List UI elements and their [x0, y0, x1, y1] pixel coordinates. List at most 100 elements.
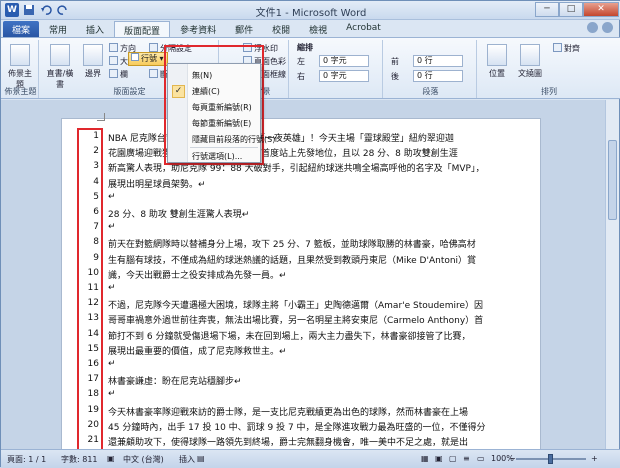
size-icon: [109, 56, 118, 65]
line-number: 17: [87, 374, 99, 385]
status-bar: 頁面: 1 / 1 字數: 811 ▣ 中文 (台灣) 插入 ▤ ▦ ▣ ▢ ≡…: [1, 449, 620, 468]
line-number: 21: [87, 435, 99, 445]
close-button[interactable]: ✕: [583, 2, 619, 17]
view-print-layout-icon[interactable]: ▦: [421, 454, 429, 463]
themes-group: 佈景主題 佈景主題: [3, 40, 39, 98]
status-page[interactable]: 頁面: 1 / 1: [7, 454, 46, 465]
document-line[interactable]: ↵: [108, 389, 116, 399]
wrap-text-button[interactable]: 文繞圖: [515, 44, 545, 79]
document-line[interactable]: ↵: [108, 222, 116, 232]
scrollbar-thumb[interactable]: [608, 140, 617, 220]
document-line[interactable]: 展現出最重要的價值，成了尼克隊救世主。↵: [108, 344, 287, 357]
view-full-screen-icon[interactable]: ▣: [435, 454, 443, 463]
document-line[interactable]: 今天林書豪率隊迎戰來訪的爵士隊，是一支比尼克戰績更為出色的球隊，然而林書豪在上場: [108, 405, 468, 418]
themes-button[interactable]: 佈景主題: [8, 44, 32, 90]
tab-page-layout[interactable]: 版面配置: [114, 21, 171, 37]
document-line[interactable]: 展現出明星球員架勢。↵: [108, 177, 206, 190]
minimize-button[interactable]: ─: [535, 2, 559, 17]
indent-group: 縮排 左 0 字元 右 0 字元: [291, 40, 383, 98]
document-line[interactable]: NBA 尼克隊台裔後衛林書豪再度上演「一夜英雄」！今天主場「靈球殿堂」紐約翠迎迦: [108, 131, 454, 144]
line-number: 20: [87, 419, 99, 430]
document-line[interactable]: ↵: [108, 359, 116, 369]
document-line[interactable]: 哥哥車禍意外過世前往奔喪，無法出場比賽，另一名明星主將安東尼（Carmelo A…: [108, 313, 483, 326]
word-window: W 文件1 - Microsoft Word ─ □ ✕ 檔案 常用 插入 版面…: [0, 0, 620, 468]
spacing-after-input[interactable]: 0 行: [413, 70, 463, 82]
tab-file[interactable]: 檔案: [3, 21, 40, 37]
status-language[interactable]: 中文 (台灣): [123, 454, 164, 465]
spacing-after-label: 後: [391, 72, 399, 81]
menu-item-restart-section[interactable]: 每節重新編號(E): [192, 118, 251, 129]
spacing-before-input[interactable]: 0 行: [413, 55, 463, 67]
macro-icon[interactable]: ▤: [197, 454, 205, 463]
line-number: 5: [93, 191, 99, 202]
collapse-ribbon-icon[interactable]: [587, 22, 598, 33]
line-number: 7: [93, 222, 99, 233]
line-number: 3: [93, 161, 99, 172]
ribbon: 佈景主題 佈景主題 直書/橫書 邊界 方向 大小 欄 分隔設定 斷字 版面設定 …: [1, 37, 620, 99]
document-line[interactable]: 還兼顧助攻下，使得球隊一路領先到終場，爵士完無翻身機會，唯一美中不足之處，就是出: [108, 435, 468, 448]
zoom-in-icon[interactable]: +: [591, 454, 598, 463]
menu-item-suppress[interactable]: 隱藏目前段落的行號(S): [192, 134, 275, 145]
line-number: 2: [93, 146, 99, 157]
tab-acrobat[interactable]: Acrobat: [337, 21, 390, 37]
line-number: 11: [87, 283, 99, 293]
columns-button[interactable]: 欄: [109, 69, 128, 81]
hyphenation-icon: [149, 69, 158, 78]
tab-view[interactable]: 檢視: [300, 21, 336, 37]
line-number: 1: [93, 131, 99, 141]
document-line[interactable]: 識，今天出戰爵士之役安排成為先發一員。↵: [108, 268, 287, 281]
document-line[interactable]: ↵: [108, 192, 116, 202]
status-mode[interactable]: 插入: [179, 454, 195, 465]
view-web-icon[interactable]: ▢: [449, 454, 457, 463]
window-title: 文件1 - Microsoft Word: [255, 8, 367, 19]
tab-review[interactable]: 校閱: [263, 21, 299, 37]
wrap-text-icon: [520, 44, 540, 66]
window-controls: ─ □ ✕: [535, 2, 619, 17]
tab-references[interactable]: 參考資料: [171, 21, 225, 37]
menu-item-restart-page[interactable]: 每頁重新編號(R): [192, 102, 252, 113]
menu-separator: [190, 147, 258, 148]
line-number: 6: [93, 207, 99, 217]
align-button[interactable]: 對齊: [553, 43, 580, 55]
maximize-button[interactable]: □: [559, 2, 583, 17]
document-line[interactable]: 45 分鐘時內，出手 17 投 10 中、罰球 9 投 7 中，是全隊進攻戰力最…: [108, 420, 486, 433]
document-line[interactable]: 林書豪謙虛：盼在尼克站穩腳步↵: [108, 374, 242, 387]
status-words[interactable]: 字數: 811: [61, 454, 98, 465]
margins-button[interactable]: 邊界: [81, 44, 105, 79]
line-number: 8: [93, 237, 99, 248]
document-line[interactable]: 前天在對籃網隊時以替補身分上場，攻下 25 分、7 籃板，並助球隊取勝的林書豪，…: [108, 237, 476, 250]
indent-right-input[interactable]: 0 字元: [319, 70, 369, 82]
tab-home[interactable]: 常用: [40, 21, 76, 37]
indent-left-label: 左: [297, 57, 305, 66]
menu-item-none[interactable]: 無(N): [192, 70, 212, 81]
line-number: 16: [87, 359, 99, 369]
tab-mailings[interactable]: 郵件: [226, 21, 262, 37]
position-button[interactable]: 位置: [485, 44, 509, 79]
zoom-out-icon[interactable]: −: [509, 454, 516, 463]
line-numbers-button[interactable]: 行號 ▾: [128, 52, 168, 66]
menu-gutter: [168, 64, 188, 162]
proofing-icon[interactable]: ▣: [107, 454, 115, 463]
text-direction-button[interactable]: 直書/橫書: [45, 44, 75, 90]
indent-left-input[interactable]: 0 字元: [319, 55, 369, 67]
zoom-slider-thumb[interactable]: [548, 454, 553, 464]
columns-icon: [109, 69, 118, 78]
help-icon[interactable]: [602, 22, 613, 33]
line-numbers-menu: ✓ 無(N) 連續(C) 每頁重新編號(R) 每節重新編號(E) 隱藏目前段落的…: [167, 63, 275, 163]
menu-item-options[interactable]: 行號選項(L)...: [192, 151, 242, 162]
align-icon: [553, 43, 562, 52]
document-line[interactable]: 28 分、8 助攻 雙創生涯驚人表現↵: [108, 207, 249, 220]
arrange-group-label: 排列: [541, 87, 557, 96]
document-line[interactable]: 不過，尼克隊今天遭遇極大困境，球隊主將「小霸王」史陶德邁爾（Amar'e Sto…: [108, 298, 483, 311]
document-line[interactable]: ↵: [108, 283, 116, 293]
menu-item-continuous[interactable]: 連續(C): [192, 86, 220, 97]
text-direction-icon: [50, 44, 70, 66]
document-line[interactable]: 花園廣場迎戰猶他爵士隊，林書豪生涯首度站上先發地位，且以 28 分、8 助攻雙創…: [108, 146, 458, 159]
view-outline-icon[interactable]: ≡: [463, 454, 470, 463]
view-draft-icon[interactable]: ▭: [477, 454, 485, 463]
tab-insert[interactable]: 插入: [77, 21, 113, 37]
vertical-scrollbar[interactable]: [605, 100, 619, 449]
crop-mark: [97, 113, 105, 121]
document-line[interactable]: 生有腦有球技，不僅成為紐約球迷熱議的話題，且果然受到教頭丹東尼（Mike D'A…: [108, 253, 476, 266]
document-line[interactable]: 節打不到 6 分鐘就受傷退場下場，未在回到場上，兩大主力盡失下，林書豪卻接管了比…: [108, 329, 470, 342]
